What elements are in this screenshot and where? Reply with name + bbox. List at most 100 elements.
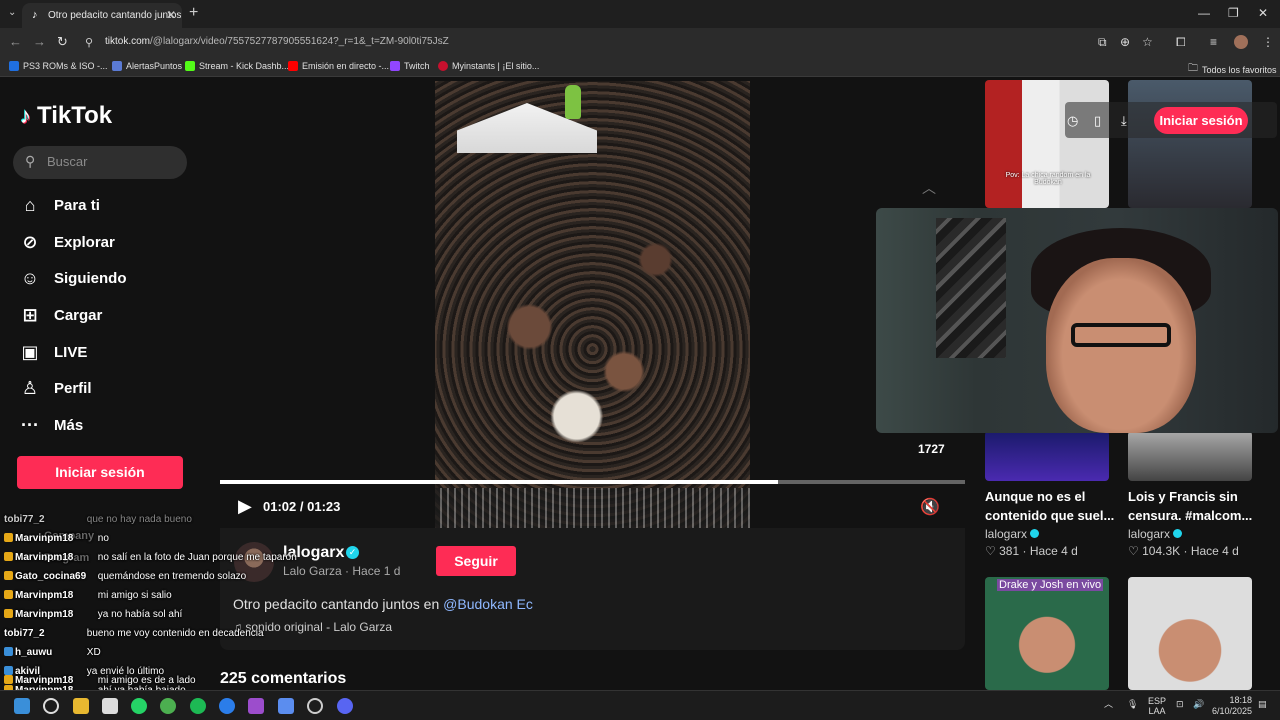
related-author[interactable]: lalogarx [1128,527,1183,541]
autoscroll-icon[interactable]: ◷ [1067,113,1078,129]
mute-icon[interactable]: 🔇 [920,497,940,517]
bookmark-item[interactable]: PS3 ROMs & ISO -... [9,61,108,71]
video-frame[interactable] [435,81,750,528]
microphone-icon[interactable]: 🎙 [1127,699,1138,709]
back-icon[interactable]: ← [9,34,22,49]
url-field[interactable]: tiktok.com/@lalogarx/video/7557527787905… [105,36,449,47]
related-video-thumb[interactable] [1128,431,1252,481]
tab-list-chevron-icon[interactable]: ⌄ [8,7,16,18]
bookmark-item[interactable]: AlertasPuntos [112,61,182,71]
search-input[interactable] [47,154,177,169]
upload-icon: ⊞ [22,304,38,325]
nav-item-perfil[interactable]: ♙ Perfil [18,375,92,401]
nav-item-explorar[interactable]: ⊘ Explorar [18,229,114,255]
profile-avatar[interactable] [1234,35,1248,49]
file-explorer-icon[interactable] [73,698,89,714]
device-icon[interactable]: ▯ [1094,113,1101,129]
obs-icon[interactable] [307,698,323,714]
bookmark-star-icon[interactable]: ☆ [1142,35,1153,49]
notification-icon[interactable]: ▤ [1258,699,1267,709]
app-icon[interactable] [278,698,294,714]
address-bar: ← → ↻ ⚲ tiktok.com/@lalogarx/video/75575… [0,28,1280,56]
all-favorites[interactable]: 🗀 Todos los favoritos [1188,61,1277,78]
login-button-top[interactable]: Iniciar sesión [1154,107,1248,134]
bot-badge-icon [4,666,13,675]
sub-badge-icon [4,675,13,684]
bookmark-item[interactable]: Myinstants | ¡El sitio... [438,61,539,71]
tab-close-icon[interactable]: ✕ [166,8,176,22]
related-author[interactable]: lalogarx [985,527,1040,541]
chat-message: h_auwu XD [4,647,101,658]
related-stats: ♡ 104.3K · Hace 4 d [1128,544,1239,558]
tiktok-favicon-icon: ♪ [32,9,38,21]
nav-item-cargar[interactable]: ⊞ Cargar [18,302,102,328]
sub-badge-icon [4,609,13,618]
site-info-icon[interactable]: ⚲ [85,36,93,49]
tray-chevron-icon[interactable]: ︿ [1104,699,1113,709]
chrome-icon[interactable] [160,698,176,714]
app-icon[interactable] [102,698,118,714]
thumbnail-image [985,80,1109,208]
follow-button[interactable]: Seguir [436,546,516,576]
bookmark-favicon-icon [390,61,400,71]
related-video-thumb[interactable] [1128,80,1252,208]
bookmark-favicon-icon [9,61,19,71]
bookmark-item[interactable]: Emisión en directo -... [288,61,389,71]
bookmark-favicon-icon [288,61,298,71]
chevron-up-icon[interactable]: ︿ [922,178,936,198]
zoom-icon[interactable]: ⊕ [1120,35,1130,49]
nav-item-mas[interactable]: ··· Más [18,412,83,438]
search-icon[interactable] [43,698,59,714]
taskbar-clock[interactable]: 18:18 6/10/2025 [1212,695,1252,717]
bottle-image [565,85,581,119]
maximize-icon[interactable]: ❐ [1228,6,1239,20]
login-button-sidebar[interactable]: Iniciar sesión [17,456,183,489]
reload-icon[interactable]: ↻ [57,34,68,50]
caption-mention-link[interactable]: @Budokan Ec [443,596,533,612]
author-panel: lalogarx ✓ Lalo Garza · Hace 1 d Seguir … [220,528,965,650]
download-icon[interactable]: ⤓ [1121,113,1127,129]
related-caption[interactable]: Lois y Francis sin censura. #malcom... [1128,487,1258,525]
spotify-icon[interactable] [190,698,206,714]
thumbnail-caption: Drake y Josh en vivo [997,579,1104,591]
cast-icon[interactable]: ⧉ [1098,35,1107,50]
bookmark-item[interactable]: Twitch [390,61,430,71]
related-video-thumb[interactable]: Drake y Josh en vivo [985,577,1109,690]
nav-item-live[interactable]: ▣ LIVE [18,339,87,365]
related-video-thumb[interactable] [985,431,1109,481]
tiktok-note-icon: ♪ [20,103,31,128]
related-video-thumb[interactable] [1128,577,1252,690]
discord-icon[interactable] [337,698,353,714]
chat-message: Marvinpm18 ya no había sol ahí [4,609,182,620]
webcam-overlay [876,208,1278,433]
language-indicator[interactable]: ESP LAA [1148,696,1166,716]
forward-icon[interactable]: → [33,34,46,49]
media-control-icon[interactable]: ≡ [1210,35,1217,49]
chat-message: tobi77_2 que no hay nada bueno [4,514,192,525]
volume-icon[interactable]: 🔊 [1193,699,1204,709]
search-box[interactable]: ⚲ [13,146,187,179]
whatsapp-icon[interactable] [131,698,147,714]
related-video-thumb[interactable]: Pov: La chica random en la Budokan [985,80,1109,208]
heart-icon: ♡ [985,544,996,558]
app-icon[interactable] [248,698,264,714]
video-progress-bar[interactable] [220,480,965,484]
network-icon[interactable]: ⊡ [1176,699,1184,709]
app-icon[interactable] [219,698,235,714]
extensions-icon[interactable]: ⧠ [1176,35,1186,50]
tiktok-logo[interactable]: ♪ TikTok [20,102,112,130]
author-subtitle: Lalo Garza · Hace 1 d [283,564,401,578]
minimize-icon[interactable]: — [1198,6,1210,20]
verified-icon: ✓ [346,546,359,559]
nav-item-para-ti[interactable]: ⌂ Para ti [18,192,100,218]
bookmark-item[interactable]: Stream - Kick Dashb... [185,61,289,71]
nav-item-siguiendo[interactable]: ☺ Siguiendo [18,265,127,291]
compass-icon: ⊘ [22,231,38,252]
start-icon[interactable] [14,698,30,714]
window-close-icon[interactable]: ✕ [1258,6,1268,20]
menu-kebab-icon[interactable]: ⋮ [1262,35,1274,49]
new-tab-icon[interactable]: + [189,4,198,22]
related-caption[interactable]: Aunque no es el contenido que suel... [985,487,1115,525]
related-stats: ♡ 381 · Hace 4 d [985,544,1078,558]
browser-tab-active[interactable]: ♪ Otro pedacito cantando juntos ✕ [22,3,182,28]
